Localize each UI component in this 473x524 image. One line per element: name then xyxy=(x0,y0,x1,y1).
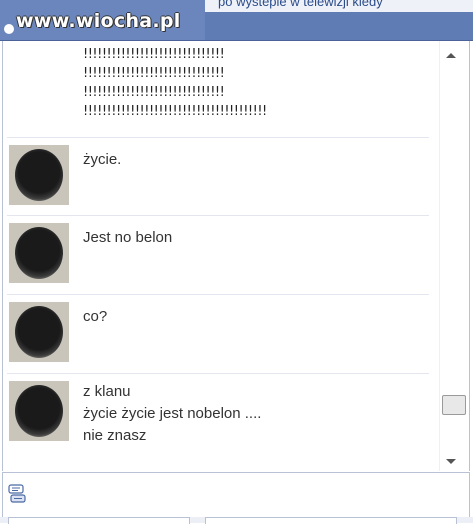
message-line: co? xyxy=(83,308,108,325)
avatar[interactable] xyxy=(9,145,69,205)
watermark: www.wiocha.pl xyxy=(16,10,181,32)
message-input[interactable] xyxy=(2,472,470,518)
exclamation-line: !!!!!!!!!!!!!!!!!!!!!!!!!!!!!! xyxy=(83,85,225,100)
speech-bubbles-icon xyxy=(8,483,26,503)
avatar[interactable] xyxy=(9,223,69,283)
chat-scrollbar[interactable] xyxy=(439,41,467,471)
avatar[interactable] xyxy=(9,381,69,441)
message-text: co? xyxy=(83,306,107,328)
header-text: po wystepie w telewizji kiedy xyxy=(218,0,383,9)
exclamation-line: !!!!!!!!!!!!!!!!!!!!!!!!!!!!!!!!!!!!!!! xyxy=(83,104,267,119)
chat-header: po wystepie w telewizji kiedy www.wiocha… xyxy=(0,0,473,41)
avatar[interactable] xyxy=(9,302,69,362)
message-text: Jest no belon xyxy=(83,227,172,249)
scrollbar-thumb[interactable] xyxy=(442,395,466,415)
chat-conversation: !!!!!!!!!!!!!!!!!!!!!!!!!!!!!! !!!!!!!!!… xyxy=(2,41,470,471)
message-separator xyxy=(7,137,429,138)
message-line: życie. xyxy=(83,151,122,168)
exclamation-line: !!!!!!!!!!!!!!!!!!!!!!!!!!!!!! xyxy=(83,66,225,81)
message-line: z klanu xyxy=(83,383,131,400)
message-row: co? xyxy=(7,298,429,370)
message-exclamations: !!!!!!!!!!!!!!!!!!!!!!!!!!!!!! !!!!!!!!!… xyxy=(83,45,267,121)
message-separator xyxy=(7,215,429,216)
message-line: Jest no belon xyxy=(83,229,173,246)
message-line: życie życie jest nobelon .... xyxy=(83,405,262,422)
scroll-down-icon[interactable] xyxy=(446,459,456,464)
message-separator xyxy=(7,373,429,374)
message-line: nie znasz xyxy=(83,427,147,444)
message-text: życie. xyxy=(83,149,121,171)
scroll-up-icon[interactable] xyxy=(446,53,456,58)
message-row: Jest no belon xyxy=(7,219,429,291)
exclamation-line: !!!!!!!!!!!!!!!!!!!!!!!!!!!!!! xyxy=(83,47,225,62)
message-row: z klanu życie życie jest nobelon .... ni… xyxy=(7,377,429,467)
message-row: życie. xyxy=(7,141,429,213)
message-separator xyxy=(7,294,429,295)
watermark-dot xyxy=(4,24,14,34)
message-text: z klanu życie życie jest nobelon .... ni… xyxy=(83,381,261,447)
